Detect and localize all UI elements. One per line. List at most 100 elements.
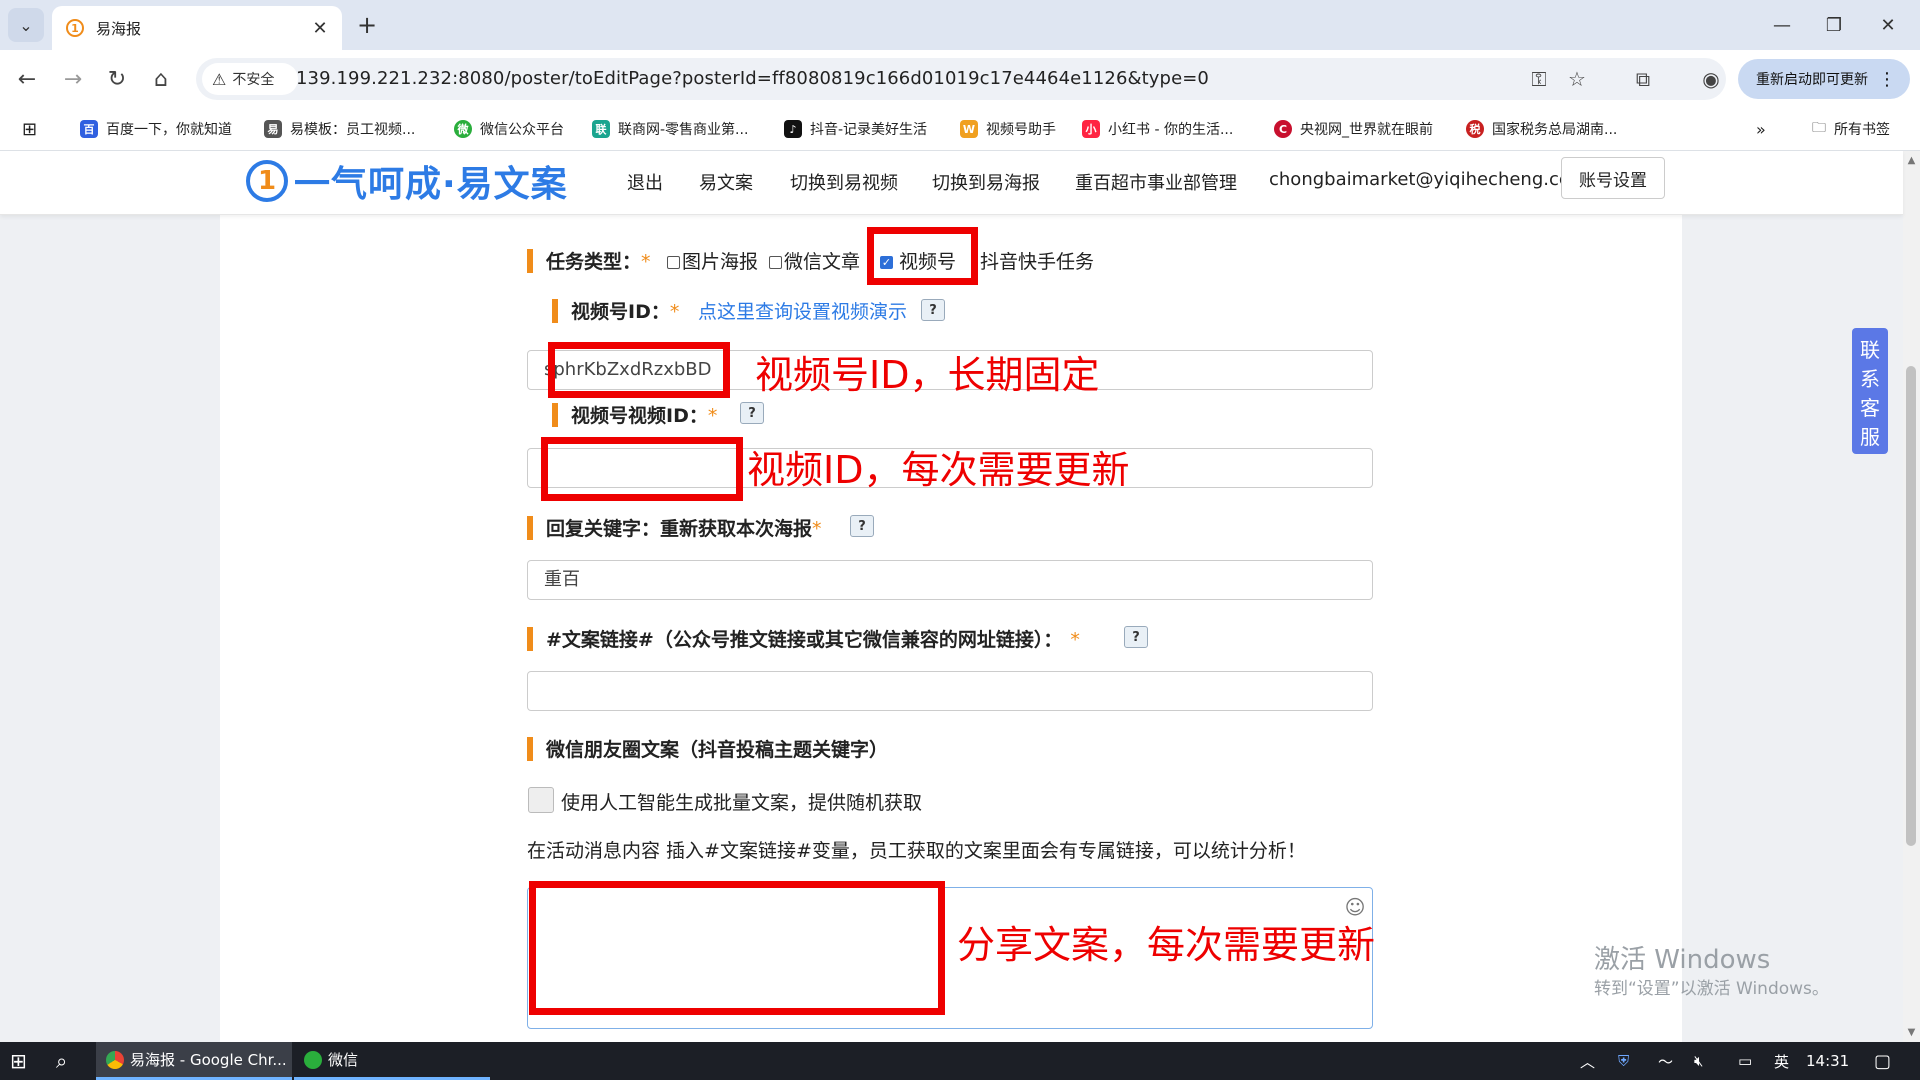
page-viewport: 1 一气呵成·易文案 退出 易文案 切换到易视频 切换到易海报 重百超市事业部管…: [0, 151, 1920, 1042]
account-settings-button[interactable]: 账号设置: [1561, 157, 1665, 199]
wechat-icon: [304, 1050, 322, 1069]
tray-overflow-icon[interactable]: ︿: [1580, 1042, 1595, 1080]
windows-taskbar: ⊞ ⌕ 易海报 - Google Chr... 微信 ︿ ⛨ 〜 🔇︎ ▭ 英 …: [0, 1042, 1920, 1080]
menu-kebab-icon: ⋮: [1878, 68, 1896, 90]
password-key-icon[interactable]: ⚿: [1522, 62, 1556, 96]
highlight-box: [867, 227, 978, 285]
site-icon: 易: [264, 120, 282, 138]
apps-grid-icon[interactable]: ⊞: [22, 108, 37, 150]
bookmark-item[interactable]: 税国家税务总局湖南...: [1466, 108, 1617, 150]
reload-icon[interactable]: ↻: [100, 62, 134, 96]
profile-icon[interactable]: ◉: [1694, 62, 1728, 96]
volume-muted-icon[interactable]: 🔇︎: [1694, 1042, 1703, 1080]
help-icon[interactable]: ?: [921, 299, 945, 321]
task-option-douyin[interactable]: 抖音快手任务: [972, 247, 1094, 274]
task-type-label: 任务类型：*: [546, 251, 651, 273]
nav-logout[interactable]: 退出: [627, 169, 663, 195]
help-icon[interactable]: ?: [1124, 626, 1148, 648]
site-info-chip[interactable]: ⚠ 不安全: [202, 63, 298, 95]
restore-icon[interactable]: ❐: [1804, 8, 1864, 42]
task-option-poster[interactable]: 图片海报: [667, 247, 758, 274]
new-tab-button[interactable]: +: [352, 10, 382, 40]
search-icon[interactable]: ⌕: [56, 1042, 67, 1080]
bookmark-item[interactable]: 易易模板：员工视频...: [264, 108, 415, 150]
channel-id-help-link[interactable]: 点这里查询设置视频演示: [698, 297, 907, 324]
input-method-indicator[interactable]: 英: [1774, 1042, 1789, 1080]
update-button[interactable]: 重新启动即可更新 ⋮: [1738, 59, 1910, 99]
bookmark-item[interactable]: ♪ 抖音-记录美好生活: [784, 108, 927, 150]
taskbar-app-chrome[interactable]: 易海报 - Google Chr...: [96, 1042, 292, 1080]
warning-icon: ⚠: [212, 69, 227, 89]
close-window-icon[interactable]: ✕: [1858, 8, 1918, 42]
update-label: 重新启动即可更新: [1756, 72, 1868, 88]
help-icon[interactable]: ?: [850, 515, 874, 537]
logo-text: 一气呵成·易文案: [294, 164, 568, 205]
task-checkbox[interactable]: [769, 256, 782, 269]
bookmark-item[interactable]: 小小红书 - 你的生活...: [1082, 108, 1233, 150]
all-bookmarks[interactable]: 🗀 所有书签: [1812, 108, 1890, 150]
annotation-share-text: 分享文案，每次需要更新: [957, 923, 1376, 967]
nav-switch-video[interactable]: 切换到易视频: [790, 169, 898, 195]
nav-copywriting[interactable]: 易文案: [699, 169, 753, 195]
bookmarks-bar: ⊞ 百百度一下，你就知道 易易模板：员工视频... 微微信公众平台 联联商网-零…: [0, 108, 1920, 151]
browser-tab[interactable]: 1 易海报 ✕: [52, 6, 342, 50]
bookmark-item[interactable]: 微微信公众平台: [454, 108, 564, 150]
more-bookmarks-icon[interactable]: »: [1756, 108, 1766, 150]
nav-division-admin[interactable]: 重百超市事业部管理: [1075, 169, 1237, 195]
taskbar-app-wechat[interactable]: 微信: [294, 1042, 490, 1080]
security-shield-icon[interactable]: ⛨: [1618, 1042, 1629, 1080]
help-icon[interactable]: ?: [740, 402, 764, 424]
close-tab-icon[interactable]: ✕: [306, 18, 334, 39]
windows-start-icon[interactable]: ⊞: [10, 1042, 27, 1080]
section-marker: [527, 516, 533, 540]
cctv-icon: C: [1274, 120, 1292, 138]
task-option-article[interactable]: 微信文章: [769, 247, 860, 274]
extensions-icon[interactable]: ⧉: [1626, 62, 1660, 96]
bookmark-item[interactable]: W 视频号助手: [960, 108, 1056, 150]
channels-icon: W: [960, 120, 978, 138]
clock-time[interactable]: 14:31: [1806, 1042, 1849, 1080]
chrome-icon: [106, 1050, 124, 1069]
bookmark-item[interactable]: C 央视网_世界就在眼前: [1274, 108, 1433, 150]
back-icon[interactable]: ←: [10, 62, 44, 96]
bookmark-star-icon[interactable]: ☆: [1560, 62, 1594, 96]
url-text[interactable]: 139.199.221.232:8080/poster/toEditPage?p…: [296, 58, 1209, 100]
scroll-thumb[interactable]: [1906, 366, 1916, 846]
minimize-icon[interactable]: —: [1752, 8, 1812, 42]
highlight-box: [529, 881, 945, 1015]
customer-service-button[interactable]: 联 系 客 服: [1852, 328, 1888, 454]
copy-link-input[interactable]: [527, 671, 1373, 711]
nav-account-email[interactable]: chongbaimarket@yiqihecheng.cc: [1269, 169, 1569, 190]
highlight-box: [548, 342, 730, 398]
forward-icon[interactable]: →: [56, 62, 90, 96]
nav-switch-poster[interactable]: 切换到易海报: [932, 169, 1040, 195]
reply-keyword-input[interactable]: 重百: [527, 560, 1373, 600]
wechat-icon: 微: [454, 120, 472, 138]
battery-icon[interactable]: ▭: [1738, 1042, 1752, 1080]
tab-strip: ⌄ 1 易海报 ✕ + — ❐ ✕: [0, 0, 1920, 50]
annotation-video-id: 视频ID，每次需要更新: [747, 448, 1130, 492]
browser-toolbar: ← → ↻ ⌂ ⚠ 不安全 139.199.221.232:8080/poste…: [0, 50, 1920, 108]
network-icon[interactable]: 〜: [1658, 1042, 1673, 1080]
hint-text: 在活动消息内容 插入#文案链接#变量，员工获取的文案里面会有专属链接，可以统计分…: [527, 840, 1306, 862]
site-logo[interactable]: 1 一气呵成·易文案: [246, 155, 568, 207]
bookmark-item[interactable]: 百百度一下，你就知道: [80, 108, 232, 150]
section-marker: [527, 627, 533, 651]
tab-search-button[interactable]: ⌄: [8, 8, 44, 42]
site-favicon-icon: 1: [66, 19, 84, 37]
address-bar[interactable]: ⚠ 不安全 139.199.221.232:8080/poster/toEdit…: [196, 58, 1726, 100]
scroll-down-icon[interactable]: ▼: [1903, 1027, 1920, 1038]
scroll-up-icon[interactable]: ▲: [1903, 155, 1920, 166]
task-checkbox[interactable]: [667, 256, 680, 269]
channel-id-label: 视频号ID：*: [571, 301, 680, 323]
copy-link-label: #文案链接#（公众号推文链接或其它微信兼容的网址链接）： *: [546, 629, 1080, 651]
bookmark-item[interactable]: 联联商网-零售商业第...: [592, 108, 748, 150]
home-icon[interactable]: ⌂: [144, 62, 178, 96]
highlight-box: [541, 437, 743, 501]
section-marker: [527, 737, 533, 761]
moments-text-label: 微信朋友圈文案（抖音投稿主题关键字）: [546, 739, 889, 761]
notification-icon[interactable]: ▢: [1874, 1042, 1891, 1080]
baidu-icon: 百: [80, 120, 98, 138]
reply-keyword-label: 回复关键字：重新获取本次海报*: [546, 518, 822, 540]
ai-generate-checkbox[interactable]: [528, 787, 554, 813]
